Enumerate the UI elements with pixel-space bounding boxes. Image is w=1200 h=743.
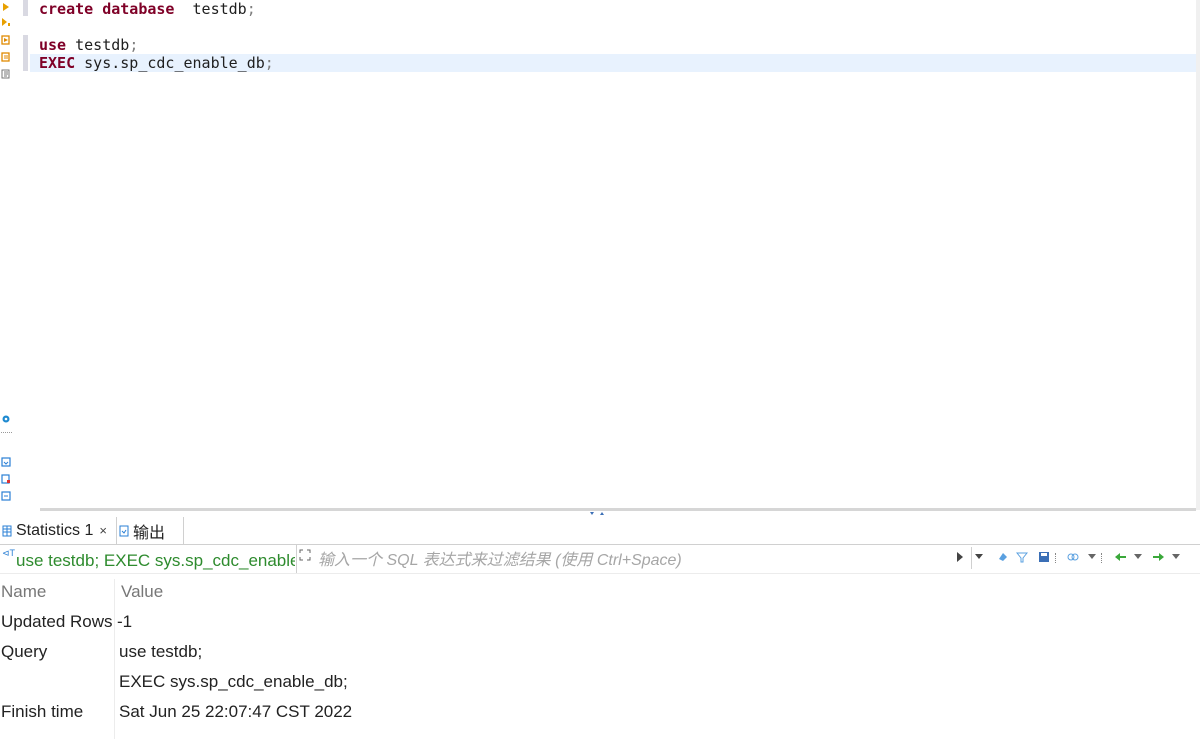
format-sql-icon[interactable] — [1, 69, 11, 79]
editor-scrollbar[interactable] — [1196, 0, 1200, 510]
save-script-icon[interactable] — [1, 474, 11, 484]
sql-semicolon: ; — [246, 0, 256, 18]
tab-label: 输出 — [133, 524, 166, 542]
row-value: -1 — [117, 612, 133, 631]
run-filter-icon[interactable] — [956, 551, 964, 563]
filter-expression-input[interactable] — [316, 550, 940, 572]
row-name: Finish time — [1, 702, 84, 721]
editor-action-gutter — [0, 0, 16, 510]
executed-query-label[interactable]: use testdb; EXEC sys.sp_cdc_enable_db; — [16, 551, 295, 571]
close-icon[interactable]: × — [99, 523, 107, 538]
code-line-current[interactable]: EXEC sys.sp_cdc_enable_db; — [30, 54, 1196, 72]
sql-keyword: EXEC — [39, 54, 76, 72]
row-name: Updated Rows — [1, 612, 113, 631]
sql-semicolon: ; — [129, 36, 139, 54]
toolbar-separator — [1055, 553, 1058, 563]
sql-identifier: sys.sp_cdc_enable_db — [75, 54, 265, 72]
code-line[interactable]: use testdb; — [39, 36, 138, 54]
column-header-name[interactable]: Name — [1, 577, 46, 607]
statistics-grid: Name Value Updated Rows -1 Query use tes… — [0, 575, 1200, 743]
execute-in-new-tab-icon[interactable] — [1, 35, 11, 45]
sql-identifier: testdb — [174, 0, 247, 18]
chevron-down-icon[interactable] — [1134, 554, 1142, 560]
statement-marker — [23, 35, 28, 71]
chevron-down-icon[interactable] — [1088, 554, 1096, 560]
row-value: EXEC sys.sp_cdc_enable_db; — [119, 672, 348, 691]
grid-icon — [2, 525, 12, 536]
link-icon[interactable] — [1067, 551, 1079, 563]
sql-query-icon: ⊲T — [2, 548, 16, 558]
column-header-value[interactable]: Value — [121, 577, 163, 607]
output-icon — [119, 525, 129, 536]
settings-gear-icon[interactable] — [1, 414, 11, 424]
chevron-down-icon — [975, 554, 983, 559]
sql-keyword: use — [39, 36, 67, 54]
gutter-divider — [1, 432, 12, 434]
chevron-down-icon[interactable] — [1172, 554, 1180, 560]
explain-plan-icon[interactable] — [1, 52, 11, 62]
tab-output[interactable]: 输出 — [117, 517, 184, 544]
execute-script-icon[interactable] — [1, 17, 11, 27]
export-script-icon[interactable] — [1, 491, 11, 501]
sql-keyword: create database — [39, 0, 175, 18]
filter-settings-icon[interactable] — [1016, 551, 1028, 563]
execute-statement-icon[interactable] — [1, 2, 11, 12]
filter-toolbar: ⊲T use testdb; EXEC sys.sp_cdc_enable_db… — [0, 545, 1200, 574]
sql-semicolon: ; — [264, 54, 274, 72]
forward-arrow-icon[interactable] — [1152, 551, 1164, 563]
divider — [296, 545, 297, 573]
column-divider — [114, 579, 115, 739]
save-filter-icon[interactable] — [1038, 551, 1050, 563]
clear-filter-icon[interactable] — [997, 551, 1009, 563]
panel-splitter[interactable] — [40, 508, 1196, 511]
expand-icon[interactable] — [299, 549, 311, 561]
sql-editor[interactable]: create database testdb; use testdb; EXEC… — [0, 0, 1200, 510]
back-arrow-icon[interactable] — [1115, 551, 1127, 563]
results-tabbar: Statistics 1 × 输出 — [0, 517, 1200, 545]
tab-statistics-1[interactable]: Statistics 1 × — [0, 517, 117, 544]
toolbar-separator — [1101, 553, 1104, 563]
sql-identifier: testdb — [66, 36, 130, 54]
code-line[interactable]: create database testdb; — [39, 0, 256, 18]
row-value: use testdb; — [119, 642, 203, 661]
row-value: Sat Jun 25 22:07:47 CST 2022 — [119, 702, 353, 721]
statement-marker — [23, 0, 28, 16]
row-name: Query — [1, 642, 48, 661]
filter-history-dropdown[interactable] — [971, 547, 986, 569]
load-script-icon[interactable] — [1, 457, 11, 467]
tab-label: Statistics 1 — [16, 521, 94, 539]
